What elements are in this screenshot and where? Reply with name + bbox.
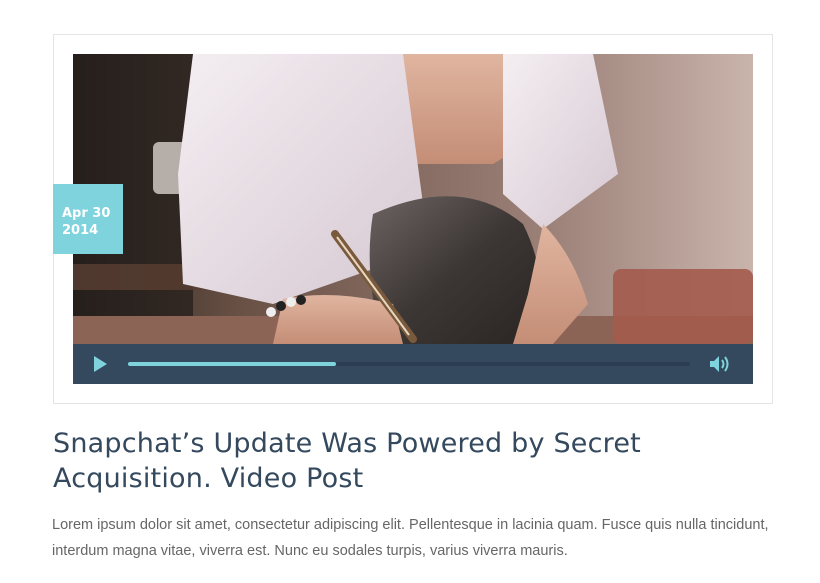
post-title[interactable]: Snapchat’s Update Was Powered by Secret …: [53, 426, 773, 496]
play-button[interactable]: [91, 355, 109, 373]
date-month-day: Apr 30: [62, 206, 111, 221]
post-date-badge: Apr 30 2014: [53, 184, 123, 254]
volume-icon: [710, 356, 729, 372]
date-year: 2014: [62, 223, 99, 238]
progress-bar[interactable]: [128, 362, 690, 366]
video-controls-bar: [73, 344, 753, 384]
video-player[interactable]: [73, 54, 753, 384]
play-icon: [94, 356, 107, 372]
post-excerpt: Lorem ipsum dolor sit amet, consectetur …: [52, 517, 769, 559]
progress-fill: [128, 362, 336, 366]
video-frame[interactable]: [73, 54, 753, 344]
volume-button[interactable]: [709, 354, 733, 374]
